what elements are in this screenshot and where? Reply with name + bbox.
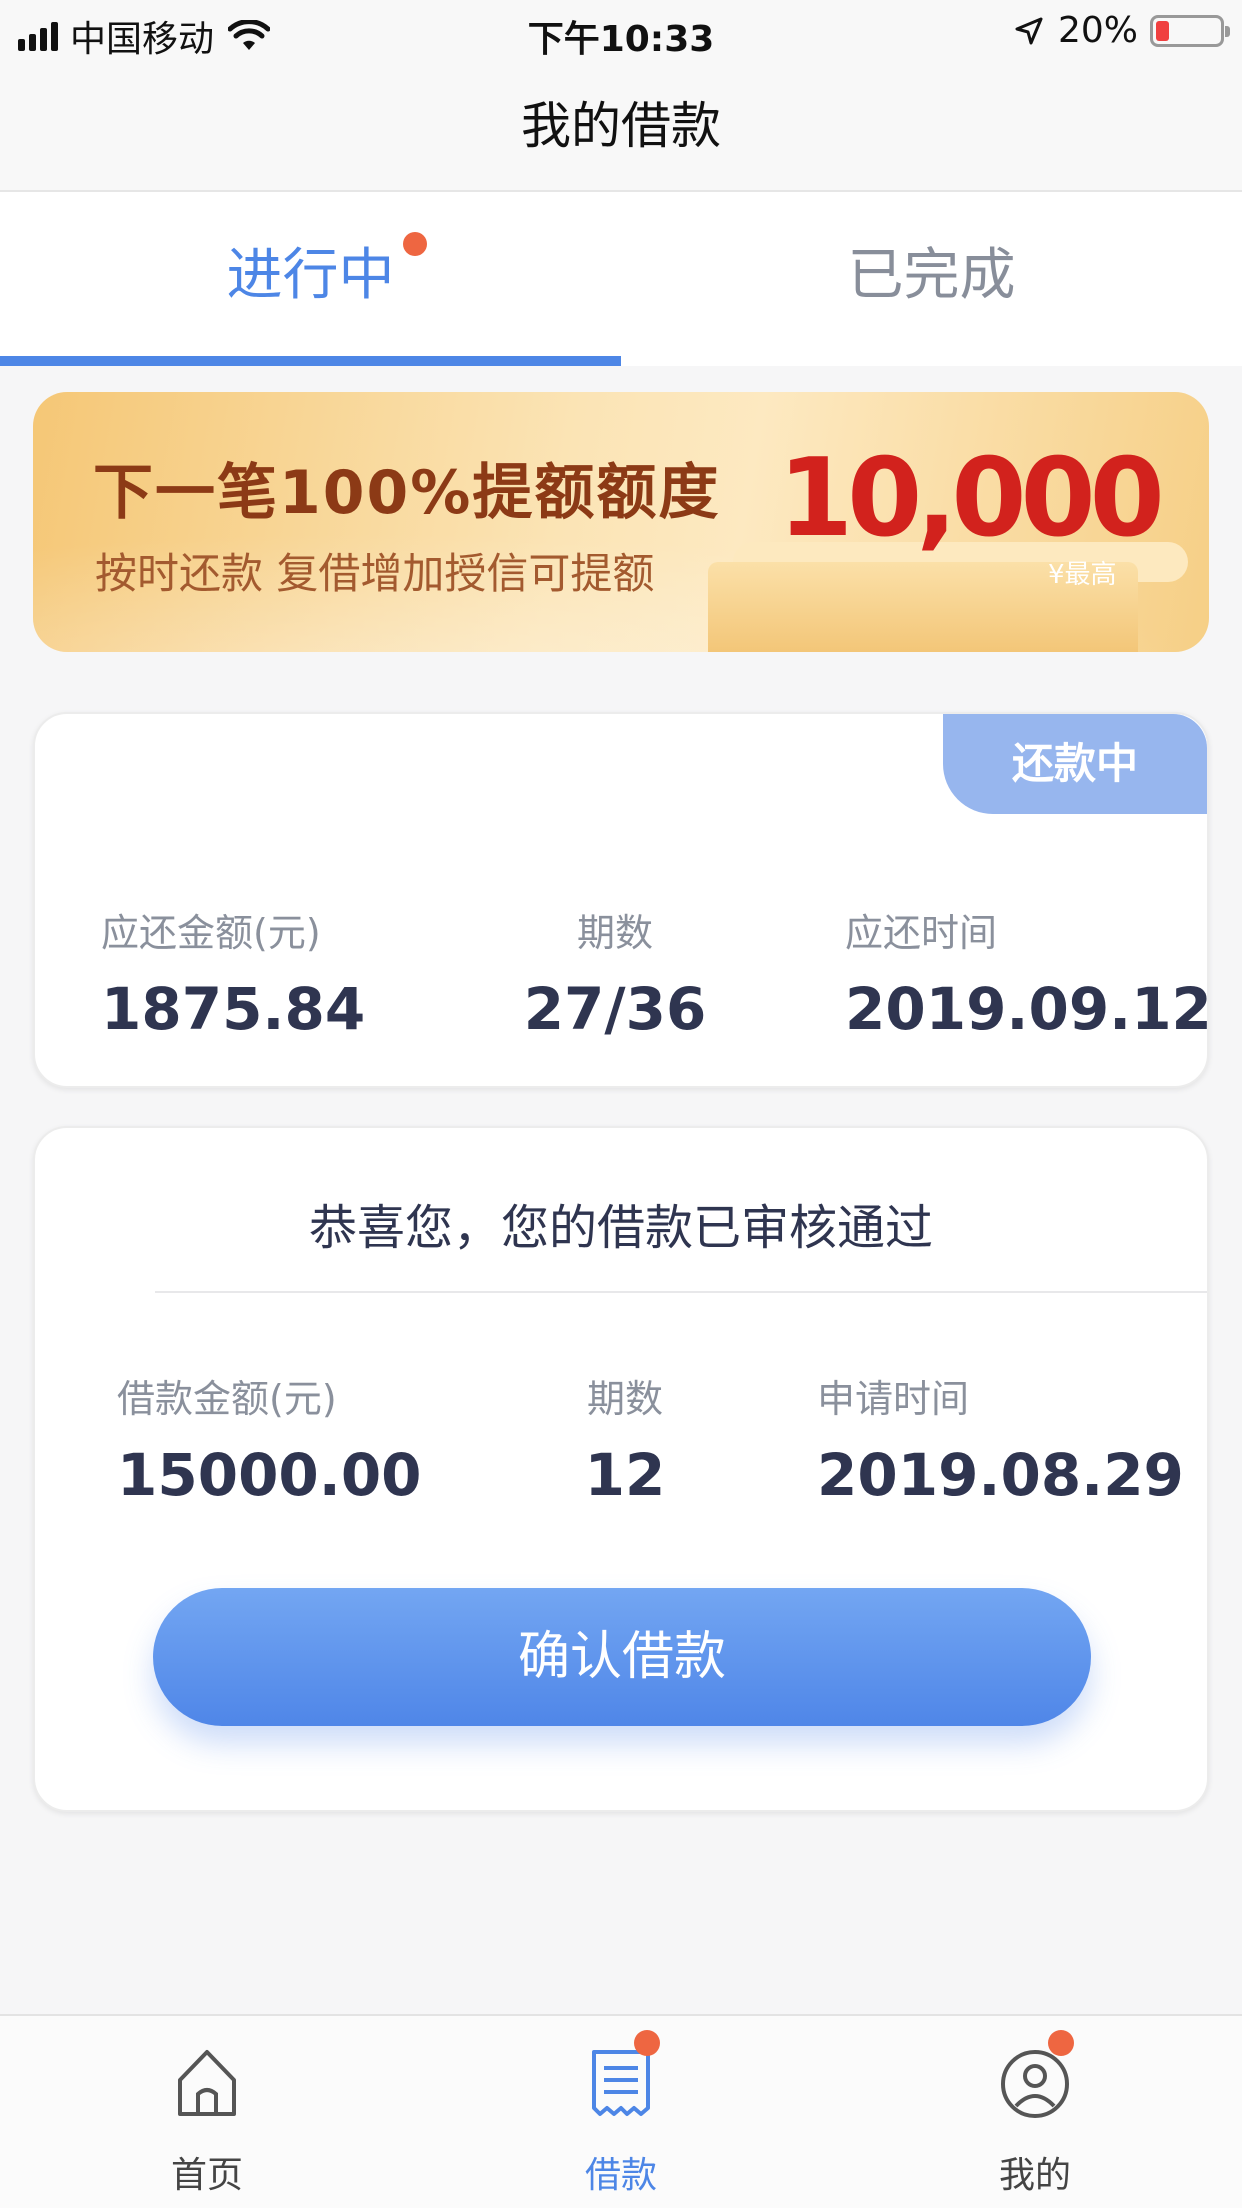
loan-amount-column: 借款金额(元) 15000.00 (117, 1368, 422, 1509)
tabbar-label: 首页 (170, 2155, 243, 2196)
tabbar-item-home[interactable]: 首页 (0, 2016, 414, 2208)
tab-label: 进行中 (226, 243, 395, 308)
banner-amount: 10,000 (778, 436, 1165, 561)
loan-amount-label: 借款金额(元) (117, 1377, 337, 1421)
banner-amount-note: ¥最高 (1048, 560, 1117, 590)
apply-date-label: 申请时间 (817, 1377, 970, 1421)
tab-label: 已完成 (847, 243, 1016, 308)
confirm-loan-button[interactable]: 确认借款 (153, 1588, 1091, 1726)
repayment-card[interactable]: 还款中 应还金额(元) 1875.84 期数 27/36 应还时间 2019.0… (33, 712, 1212, 1088)
tab-completed[interactable]: 已完成 (621, 192, 1242, 366)
apply-date-column: 申请时间 2019.08.29 (817, 1368, 1184, 1509)
status-badge: 还款中 (943, 714, 1207, 814)
installment-label: 期数 (576, 911, 653, 955)
battery-icon (1150, 14, 1230, 47)
amount-due-label: 应还金额(元) (101, 911, 321, 955)
home-icon (178, 2050, 236, 2116)
approval-card: 恭喜您，您的借款已审核通过 借款金额(元) 15000.00 期数 12 申请时… (33, 1126, 1209, 1812)
divider (155, 1291, 1207, 1293)
battery-percent: 20% (1057, 10, 1138, 51)
promo-banner[interactable]: 下一笔100%提额额度 按时还款 复借增加授信可提额 10,000 ¥最高 (33, 392, 1209, 652)
page-title: 我的借款 (0, 64, 1242, 192)
amount-due-value: 1875.84 (101, 975, 366, 1043)
approval-title: 恭喜您，您的借款已审核通过 (308, 1200, 933, 1256)
active-tab-indicator (0, 356, 621, 366)
due-date-column: 应还时间 2019.09.12 (845, 902, 1212, 1043)
tabbar-item-mine[interactable]: 我的 (828, 2016, 1242, 2208)
due-date-label: 应还时间 (845, 911, 998, 955)
loan-amount-value: 15000.00 (117, 1441, 422, 1509)
installment-column: 期数 27/36 (499, 902, 731, 1043)
segmented-tabs: 进行中 已完成 (0, 192, 1242, 366)
banner-title: 下一笔100%提额额度 (93, 458, 721, 528)
tab-in-progress[interactable]: 进行中 (0, 192, 621, 366)
installment-value: 27/36 (523, 975, 707, 1043)
term-label: 期数 (586, 1377, 663, 1421)
tabbar-badge-dot (1048, 2030, 1074, 2056)
term-value: 12 (584, 1441, 666, 1509)
tab-badge-dot (403, 232, 427, 256)
term-column: 期数 12 (525, 1368, 725, 1509)
status-bar: 中国移动 下午10:33 20% (0, 0, 1242, 64)
due-date-value: 2019.09.12 (845, 975, 1212, 1043)
banner-subtitle: 按时还款 复借增加授信可提额 (95, 549, 655, 598)
amount-due-column: 应还金额(元) 1875.84 (101, 902, 365, 1043)
tabbar-item-loan[interactable]: 借款 (414, 2016, 828, 2208)
tabbar-label: 我的 (998, 2155, 1071, 2196)
tabbar-label: 借款 (584, 2155, 657, 2196)
location-arrow-icon (1015, 17, 1043, 44)
tabbar-badge-dot (634, 2030, 660, 2056)
bottom-tab-bar: 首页 借款 我的 (0, 2014, 1242, 2208)
apply-date-value: 2019.08.29 (817, 1441, 1184, 1509)
